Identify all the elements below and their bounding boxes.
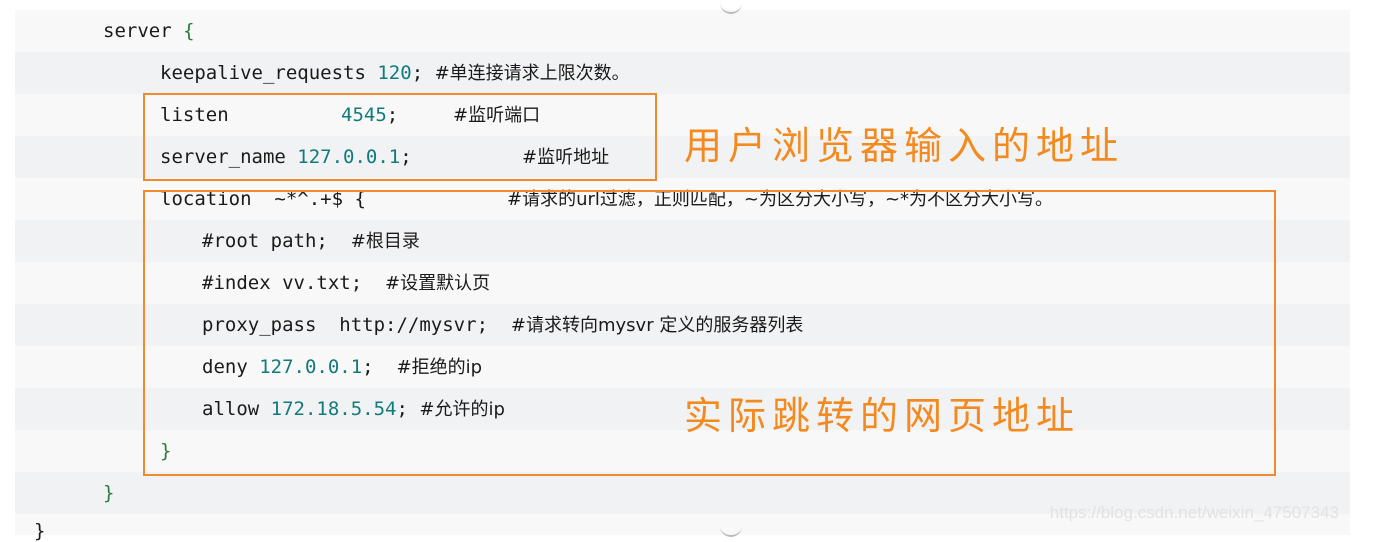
redirect-address-annotation: 实际跳转的网页地址: [684, 394, 1081, 438]
browser-address-annotation: 用户浏览器输入的地址: [684, 124, 1125, 168]
code-line-server-open: server {: [103, 10, 195, 52]
keepalive-value: 120: [377, 62, 412, 84]
server-keyword: server: [103, 20, 172, 42]
keepalive-comment: #单连接请求上限次数。: [434, 63, 630, 84]
outer-close-brace: }: [34, 520, 46, 542]
server-close-brace: }: [103, 482, 115, 504]
code-line-keepalive: keepalive_requests 120; #单连接请求上限次数。: [160, 52, 630, 94]
server-open-brace: {: [183, 20, 195, 42]
watermark: https://blog.csdn.net/weixin_47507343: [1049, 503, 1339, 522]
keepalive-directive: keepalive_requests: [160, 62, 366, 84]
semicolon: ;: [411, 62, 424, 84]
listen-highlight-box: [143, 93, 657, 181]
